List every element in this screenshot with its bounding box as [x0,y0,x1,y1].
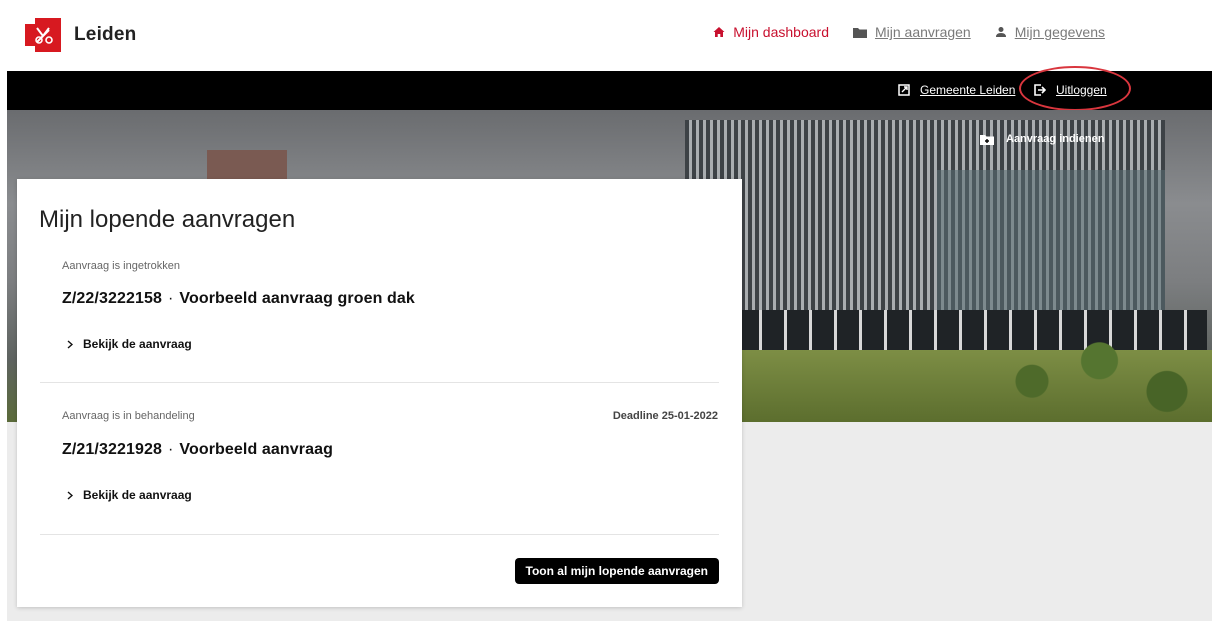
separator-dot: · [167,290,174,307]
logout-label: Uitloggen [1056,83,1107,97]
chevron-right-icon [67,490,73,500]
leiden-logo-icon [25,18,61,52]
gemeente-leiden-label: Gemeente Leiden [920,83,1016,97]
submit-application-label: Aanvraag indienen [1006,133,1105,145]
external-link-icon [898,84,910,96]
running-requests-card: Mijn lopende aanvragen Aanvraag is inget… [17,179,742,607]
request-number: Z/21/3221928 [62,441,162,458]
request-name: Voorbeeld aanvraag groen dak [179,290,415,307]
folder-plus-icon [980,134,994,145]
nav-item-label: Mijn dashboard [733,24,829,40]
view-request-label: Bekijk de aanvraag [83,488,192,502]
hero-trees [987,320,1212,422]
logout-link[interactable]: Uitloggen [1034,83,1107,97]
divider [40,382,719,383]
nav-item-aanvragen[interactable]: Mijn aanvragen [852,24,971,40]
folder-icon [852,27,867,38]
request-deadline: Deadline 25-01-2022 [612,410,718,422]
home-icon [713,27,725,37]
gemeente-leiden-link[interactable]: Gemeente Leiden [898,83,1015,97]
request-number: Z/22/3222158 [62,290,162,307]
request-name: Voorbeeld aanvraag [179,441,333,458]
view-request-link[interactable]: Bekijk de aanvraag [67,488,192,502]
submit-application-link[interactable]: Aanvraag indienen [980,133,1104,145]
nav-item-label: Mijn aanvragen [874,24,971,40]
request-title: Z/21/3221928 · Voorbeeld aanvraag [62,441,333,459]
chevron-right-icon [67,339,73,349]
nav-item-dashboard[interactable]: Mijn dashboard [713,24,829,40]
request-title: Z/22/3222158 · Voorbeeld aanvraag groen da… [62,290,415,308]
view-request-label: Bekijk de aanvraag [83,337,192,351]
card-title: Mijn lopende aanvragen [39,206,296,233]
top-utility-bar: Gemeente Leiden Uitloggen [7,71,1212,110]
divider [40,534,719,535]
nav-item-label: Mijn gegevens [1014,24,1105,40]
request-status: Aanvraag is ingetrokken [62,260,181,272]
main-nav: Mijn dashboard Mijn aanvragen Mijn gegev… [713,24,1105,40]
logo-text: Leiden [74,24,137,45]
view-request-link[interactable]: Bekijk de aanvraag [67,337,192,351]
show-all-requests-button[interactable]: Toon al mijn lopende aanvragen [514,558,719,584]
site-header: Leiden Mijn dashboard Mijn aanvragen Mij… [0,0,1212,71]
logo[interactable]: Leiden [25,18,136,52]
separator-dot: · [167,441,174,458]
request-status: Aanvraag is in behandeling [62,410,195,422]
nav-item-gegevens[interactable]: Mijn gegevens [995,24,1105,40]
user-icon [995,27,1006,37]
logout-icon [1034,84,1046,96]
